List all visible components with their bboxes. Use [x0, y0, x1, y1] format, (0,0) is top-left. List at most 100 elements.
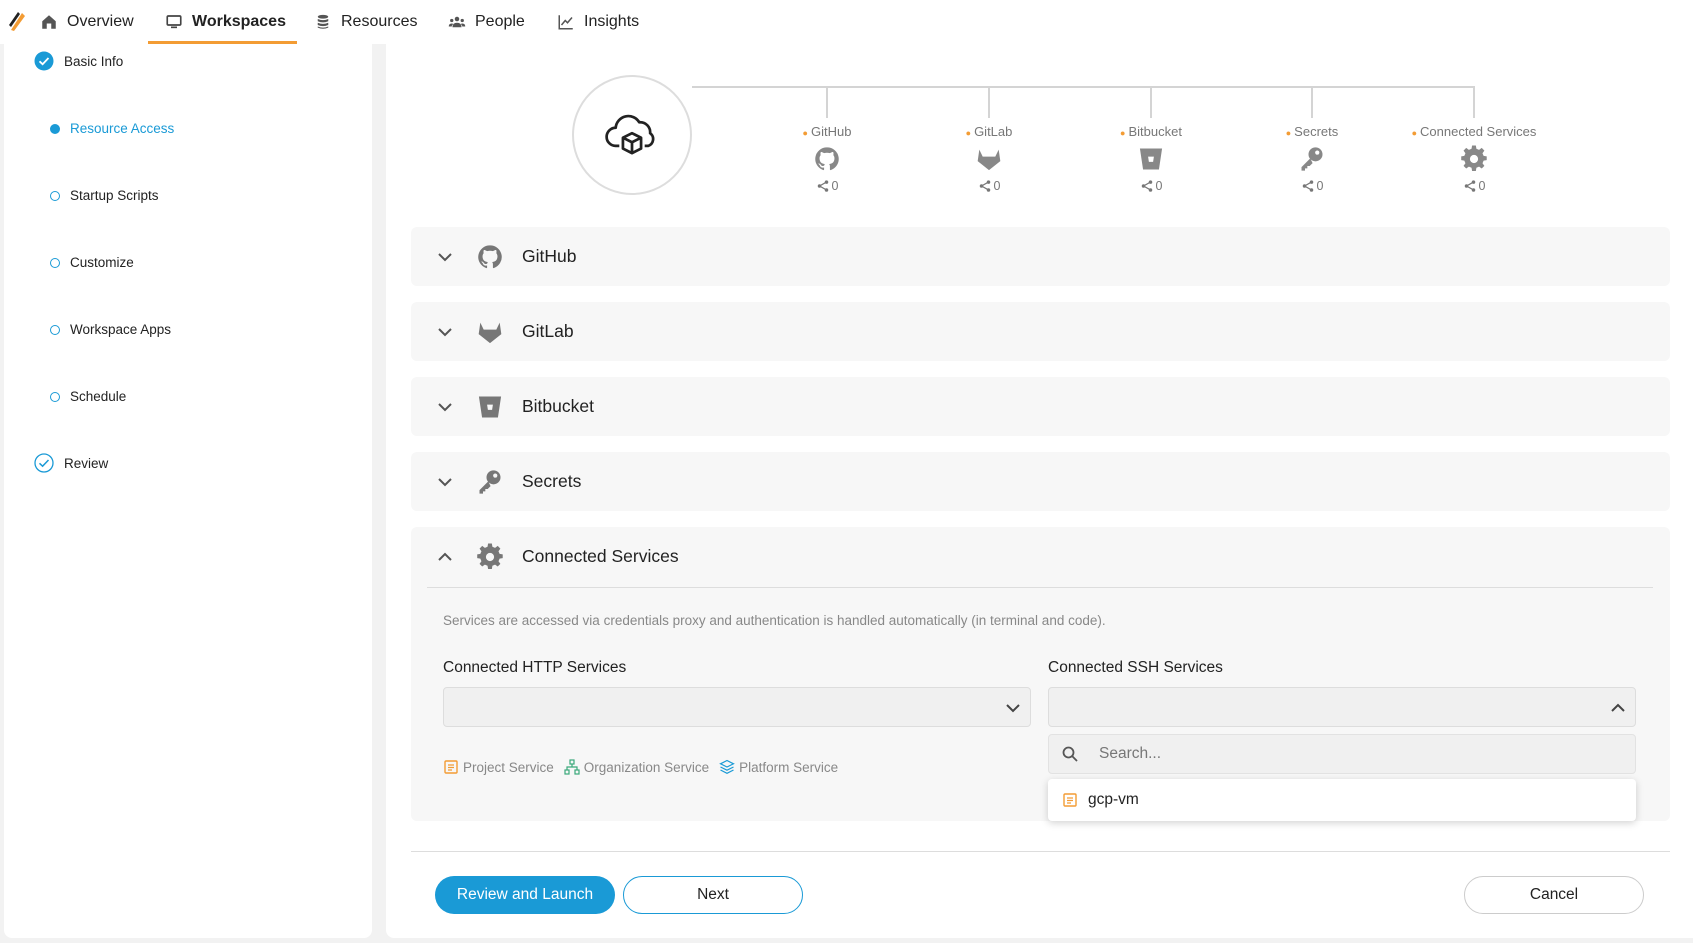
step-schedule[interactable]: Schedule	[50, 389, 126, 404]
nav-workspaces-label: Workspaces	[192, 13, 286, 30]
key-icon	[479, 469, 501, 494]
legend-platform-service: Platform Service	[719, 759, 838, 775]
step-customize[interactable]: Customize	[50, 255, 134, 270]
step-basic-info[interactable]: Basic Info	[34, 51, 123, 71]
tree-node-connected-services[interactable]: ● Connected Services 0	[1394, 124, 1554, 193]
ssh-service-option[interactable]: gcp-vm	[1048, 779, 1636, 821]
accordion-gitlab: GitLab	[411, 302, 1670, 361]
connected-services-description: Services are accessed via credentials pr…	[443, 613, 1106, 628]
accordion-header-connected-services[interactable]: Connected Services	[411, 527, 1670, 586]
ssh-services-search-input[interactable]	[1099, 745, 1619, 763]
step-dot	[50, 257, 60, 268]
tree-node-count: 0	[993, 179, 1001, 193]
tree-node-label: GitLab	[974, 124, 1013, 139]
step-customize-label: Customize	[70, 255, 134, 270]
http-services-label: Connected HTTP Services	[443, 659, 627, 676]
database-icon	[317, 14, 329, 29]
step-dot	[50, 324, 60, 335]
next-button[interactable]: Next	[623, 876, 803, 914]
nav-overview[interactable]: Overview	[40, 0, 134, 44]
ssh-services-label: Connected SSH Services	[1048, 659, 1223, 676]
chevron-down-icon	[438, 327, 452, 336]
nav-resources[interactable]: Resources	[314, 0, 417, 44]
tree-branch	[988, 86, 990, 118]
people-icon	[448, 16, 466, 28]
check-circle-outline-icon	[34, 453, 54, 473]
app-logo[interactable]	[8, 10, 26, 32]
tree-node-label: Connected Services	[1420, 124, 1537, 139]
step-resource-access[interactable]: Resource Access	[50, 121, 174, 136]
step-workspace-apps[interactable]: Workspace Apps	[50, 322, 171, 337]
chevron-down-icon	[438, 402, 452, 411]
chevron-down-icon	[438, 252, 452, 261]
tree-node-count: 0	[1155, 179, 1163, 193]
bitbucket-icon	[478, 396, 502, 417]
step-workspace-apps-label: Workspace Apps	[70, 322, 172, 337]
divider	[427, 587, 1653, 588]
ssh-services-select[interactable]	[1048, 687, 1636, 727]
http-services-select[interactable]	[443, 687, 1031, 727]
ssh-service-option-label: gcp-vm	[1088, 791, 1139, 808]
review-and-launch-button[interactable]: Review and Launch	[435, 876, 615, 914]
cloud-cube-icon	[605, 114, 655, 155]
check-circle-filled-icon	[34, 51, 54, 71]
accordion-secrets: Secrets	[411, 452, 1670, 511]
project-service-icon	[444, 760, 458, 774]
accordion-header-secrets[interactable]: Secrets	[411, 452, 1670, 511]
bitbucket-icon	[1139, 148, 1163, 170]
chevron-down-icon	[438, 477, 452, 486]
step-dot	[50, 190, 60, 201]
ssh-services-search	[1048, 734, 1636, 774]
gitlab-icon	[478, 322, 502, 343]
tree-node-gitlab[interactable]: ● GitLab 0	[909, 124, 1069, 193]
monitor-icon	[166, 15, 182, 29]
gear-icon	[477, 542, 503, 569]
tree-node-github[interactable]: ● GitHub 0	[747, 124, 907, 193]
legend-label: Project Service	[463, 759, 554, 775]
accordion-header-gitlab[interactable]: GitLab	[411, 302, 1670, 361]
nav-workspaces[interactable]: Workspaces	[165, 0, 286, 44]
step-dot	[50, 391, 60, 402]
chart-line-icon	[558, 15, 573, 30]
legend-organization-service: Organization Service	[564, 759, 709, 775]
tree-branch	[826, 86, 828, 118]
step-resource-access-label: Resource Access	[70, 121, 175, 136]
tree-node-bitbucket[interactable]: ● Bitbucket 0	[1071, 124, 1231, 193]
project-service-icon	[1063, 793, 1077, 807]
chevron-up-icon	[1611, 703, 1625, 712]
tree-node-count: 0	[1478, 179, 1486, 193]
step-review[interactable]: Review	[34, 453, 108, 473]
wizard-sidebar: Basic Info Resource Access Startup Scrip…	[4, 44, 372, 938]
cancel-button[interactable]: Cancel	[1464, 876, 1644, 914]
tree-node-secrets[interactable]: ● Secrets 0	[1232, 124, 1392, 193]
tree-connector	[692, 86, 1475, 88]
step-basic-info-label: Basic Info	[64, 53, 124, 69]
accordion-header-bitbucket[interactable]: Bitbucket	[411, 377, 1670, 436]
share-icon	[1141, 180, 1152, 192]
resource-hub	[572, 75, 692, 195]
accordion-connected-services: Connected Services Services are accessed…	[411, 527, 1670, 821]
key-icon	[1301, 147, 1323, 171]
accordion-header-github[interactable]: GitHub	[411, 227, 1670, 286]
tree-node-label: Secrets	[1294, 124, 1339, 139]
nav-people-label: People	[475, 13, 525, 30]
nav-people[interactable]: People	[448, 0, 525, 44]
step-schedule-label: Schedule	[70, 389, 127, 404]
nav-insights[interactable]: Insights	[557, 0, 639, 44]
share-icon	[817, 180, 828, 192]
accordion-title: GitLab	[522, 321, 574, 341]
accordion-title: Secrets	[522, 471, 582, 491]
github-icon	[815, 147, 839, 171]
step-review-label: Review	[64, 455, 109, 471]
share-icon	[979, 180, 990, 192]
accordion-github: GitHub	[411, 227, 1670, 286]
tree-node-label: Bitbucket	[1128, 124, 1182, 139]
tree-branch	[1311, 86, 1313, 118]
step-dot-active	[50, 123, 60, 134]
top-nav: Overview Workspaces Resources People Ins…	[0, 0, 1693, 44]
chevron-up-icon	[438, 552, 452, 561]
step-startup-scripts-label: Startup Scripts	[70, 188, 159, 203]
footer-divider	[411, 851, 1670, 852]
step-startup-scripts[interactable]: Startup Scripts	[50, 188, 159, 203]
nav-resources-label: Resources	[341, 13, 418, 30]
